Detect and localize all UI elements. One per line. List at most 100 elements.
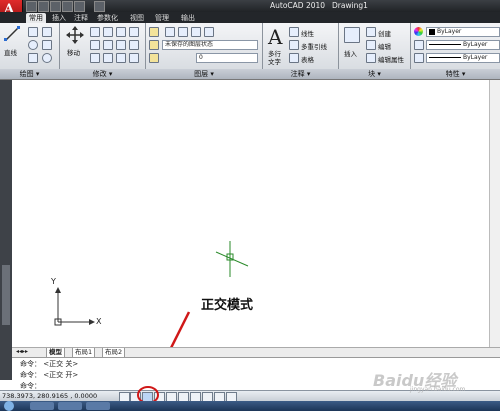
copy-icon[interactable] bbox=[90, 40, 100, 50]
tab-manage[interactable]: 管理 bbox=[152, 13, 172, 23]
ribbon-tab-bar: 常用 插入 注释 参数化 视图 管理 输出 bbox=[0, 12, 500, 23]
new-icon[interactable] bbox=[26, 1, 37, 12]
ucs-x-label: X bbox=[96, 317, 102, 326]
trim-icon[interactable] bbox=[103, 27, 113, 37]
insert-block-icon[interactable] bbox=[344, 27, 360, 43]
fillet-icon[interactable] bbox=[116, 40, 126, 50]
layer-dropdown[interactable]: 0 bbox=[196, 53, 258, 63]
left-palette-strip bbox=[0, 80, 12, 380]
linetype-value: ByLayer bbox=[463, 41, 488, 48]
table-icon[interactable] bbox=[289, 53, 299, 63]
tab-output[interactable]: 输出 bbox=[178, 13, 198, 23]
file-title: Drawing1 bbox=[332, 1, 368, 10]
palette-tab[interactable] bbox=[2, 265, 10, 325]
edit-block-icon[interactable] bbox=[366, 40, 376, 50]
color-value: ByLayer bbox=[437, 28, 462, 35]
panel-label-properties[interactable]: 特性 ▾ bbox=[411, 69, 500, 79]
panel-label-layers[interactable]: 图层 ▾ bbox=[146, 69, 262, 79]
color-swatch bbox=[429, 28, 435, 35]
color-wheel-icon[interactable] bbox=[414, 27, 423, 36]
table-label[interactable]: 表格 bbox=[301, 54, 314, 64]
create-label[interactable]: 创建 bbox=[378, 28, 391, 38]
coordinate-readout[interactable]: 738.3973, 280.9165 , 0.0000 bbox=[2, 392, 97, 400]
ucs-icon bbox=[54, 287, 95, 326]
redo-icon[interactable] bbox=[74, 1, 85, 12]
layer-lock-icon[interactable] bbox=[204, 27, 214, 37]
edit-attributes-label[interactable]: 编辑属性 bbox=[378, 54, 404, 64]
linetype-dropdown[interactable]: ByLayer bbox=[426, 40, 500, 50]
linetype-icon bbox=[414, 40, 424, 50]
lineweight-preview bbox=[429, 57, 461, 58]
move-icon[interactable] bbox=[66, 26, 84, 44]
polyline-icon[interactable] bbox=[28, 27, 38, 37]
layer-off-icon[interactable] bbox=[165, 27, 175, 37]
layer-tool-icon[interactable] bbox=[149, 40, 159, 50]
plot-icon[interactable] bbox=[94, 1, 105, 12]
circle-icon[interactable] bbox=[28, 40, 38, 50]
windows-taskbar bbox=[0, 401, 500, 411]
scale-icon[interactable] bbox=[103, 53, 113, 63]
panel-label-draw[interactable]: 绘图 ▾ bbox=[0, 69, 59, 79]
create-block-icon[interactable] bbox=[366, 27, 376, 37]
linear-label[interactable]: 线性 bbox=[301, 28, 314, 38]
line-icon[interactable] bbox=[4, 26, 20, 42]
multileader-label[interactable]: 多重引线 bbox=[301, 41, 327, 51]
offset-icon[interactable] bbox=[129, 40, 139, 50]
tab-parametric[interactable]: 参数化 bbox=[94, 13, 121, 23]
linetype-preview bbox=[429, 44, 461, 45]
lineweight-dropdown[interactable]: ByLayer bbox=[426, 53, 500, 63]
save-icon[interactable] bbox=[50, 1, 61, 12]
erase-icon[interactable] bbox=[116, 27, 126, 37]
panel-label-annotation[interactable]: 注释 ▾ bbox=[263, 69, 338, 79]
multitext-label-2[interactable]: 文字 bbox=[268, 56, 281, 66]
start-button-icon[interactable] bbox=[4, 401, 14, 411]
move-button-label[interactable]: 移动 bbox=[67, 47, 80, 57]
explode-icon[interactable] bbox=[129, 27, 139, 37]
ribbon: 直线 移动 未保存的图层状态 0 A 多行 文字 线性 多重引线 表格 插入 创… bbox=[0, 23, 500, 70]
layer-freeze-icon[interactable] bbox=[191, 27, 201, 37]
vertical-scrollbar[interactable] bbox=[489, 80, 500, 347]
modify-extra-icon[interactable] bbox=[129, 53, 139, 63]
ellipse-icon[interactable] bbox=[42, 53, 52, 63]
tab-annotate[interactable]: 注释 bbox=[71, 13, 91, 23]
tab-view[interactable]: 视图 bbox=[127, 13, 147, 23]
taskbar-app-icon[interactable] bbox=[86, 402, 110, 410]
insert-label[interactable]: 插入 bbox=[344, 48, 357, 58]
hatch-icon[interactable] bbox=[42, 40, 52, 50]
tab-home[interactable]: 常用 bbox=[26, 13, 46, 23]
color-dropdown[interactable]: ByLayer bbox=[426, 27, 500, 37]
panel-label-block[interactable]: 块 ▾ bbox=[339, 69, 410, 79]
edit-attributes-icon[interactable] bbox=[366, 53, 376, 63]
layer-isolate-icon[interactable] bbox=[178, 27, 188, 37]
multileader-icon[interactable] bbox=[289, 40, 299, 50]
ribbon-panel-labels: 绘图 ▾ 修改 ▾ 图层 ▾ 注释 ▾ 块 ▾ 特性 ▾ bbox=[0, 69, 500, 80]
taskbar-app-icon[interactable] bbox=[58, 402, 82, 410]
edit-label[interactable]: 编辑 bbox=[378, 41, 391, 51]
arc-icon[interactable] bbox=[28, 53, 38, 63]
command-history-line: 命令： <正交 开> bbox=[20, 371, 79, 379]
rectangle-icon[interactable] bbox=[42, 27, 52, 37]
layout-nav-arrows[interactable]: ◂◂▸▸ bbox=[16, 348, 28, 355]
ucs-y-label: Y bbox=[51, 277, 56, 286]
taskbar-app-icon[interactable] bbox=[30, 402, 54, 410]
app-title: AutoCAD 2010 bbox=[270, 1, 326, 10]
layer-properties-icon[interactable] bbox=[149, 27, 159, 37]
array-icon[interactable] bbox=[116, 53, 126, 63]
crosshair-cursor bbox=[215, 241, 249, 277]
open-icon[interactable] bbox=[38, 1, 49, 12]
tab-insert[interactable]: 插入 bbox=[49, 13, 69, 23]
multiline-text-icon[interactable]: A bbox=[268, 25, 282, 49]
panel-label-modify[interactable]: 修改 ▾ bbox=[60, 69, 145, 79]
command-history-line: 命令： <正交 关> bbox=[20, 360, 79, 368]
rotate-icon[interactable] bbox=[90, 27, 100, 37]
mirror-icon[interactable] bbox=[103, 40, 113, 50]
undo-icon[interactable] bbox=[62, 1, 73, 12]
drawing-canvas[interactable]: Y X bbox=[12, 80, 500, 347]
lightbulb-icon[interactable] bbox=[149, 53, 159, 63]
layer-state-dropdown[interactable]: 未保存的图层状态 bbox=[162, 40, 258, 50]
linear-dimension-icon[interactable] bbox=[289, 27, 299, 37]
watermark-url: jingyan.baidu.com bbox=[410, 386, 466, 393]
stretch-icon[interactable] bbox=[90, 53, 100, 63]
annotation-arrow bbox=[170, 311, 191, 347]
line-button-label[interactable]: 直线 bbox=[4, 47, 17, 57]
